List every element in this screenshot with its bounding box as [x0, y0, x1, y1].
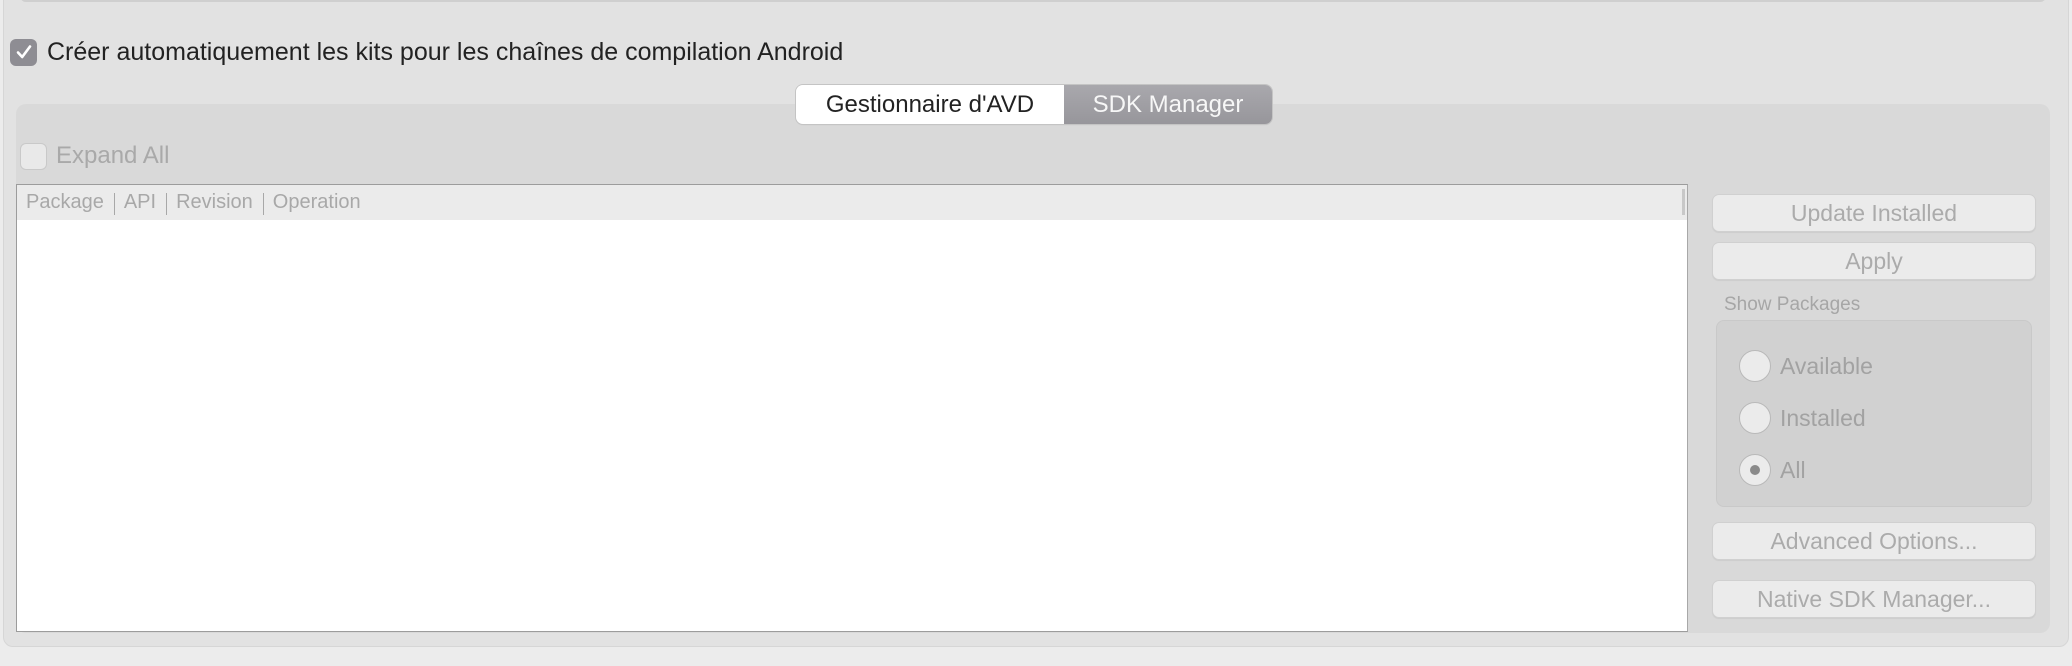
top-field-edge — [20, 0, 2046, 2]
header-resize-handle[interactable] — [1682, 189, 1685, 215]
native-sdk-manager-button[interactable]: Native SDK Manager... — [1712, 580, 2036, 618]
update-installed-button[interactable]: Update Installed — [1712, 194, 2036, 232]
package-table[interactable]: Package API Revision Operation — [16, 184, 1688, 632]
column-header-operation[interactable]: Operation — [262, 191, 371, 215]
table-header: Package API Revision Operation — [17, 185, 1687, 220]
checkmark-icon — [16, 45, 31, 59]
radio-selected-dot — [1750, 465, 1760, 475]
show-packages-group: Available Installed All — [1716, 320, 2032, 507]
expand-all-option[interactable]: Expand All — [20, 142, 169, 170]
radio-label-installed: Installed — [1780, 404, 1866, 431]
radio-option-available[interactable]: Available — [1739, 350, 1873, 382]
radio-available[interactable] — [1739, 350, 1771, 382]
column-header-api[interactable]: API — [113, 191, 166, 215]
radio-option-all[interactable]: All — [1739, 454, 1806, 486]
apply-button[interactable]: Apply — [1712, 242, 2036, 280]
expand-all-label: Expand All — [56, 142, 170, 169]
radio-label-all: All — [1780, 456, 1806, 483]
column-header-package[interactable]: Package — [17, 191, 114, 214]
show-packages-label: Show Packages — [1724, 294, 1861, 315]
radio-installed[interactable] — [1739, 402, 1771, 434]
auto-create-kits-option[interactable]: Créer automatiquement les kits pour les … — [10, 38, 843, 66]
auto-create-kits-checkbox[interactable] — [10, 38, 37, 66]
radio-label-available: Available — [1780, 352, 1873, 379]
tab-sdk-manager[interactable]: SDK Manager — [1064, 85, 1272, 124]
advanced-options-button[interactable]: Advanced Options... — [1712, 522, 2036, 560]
radio-option-installed[interactable]: Installed — [1739, 402, 1866, 434]
column-header-revision[interactable]: Revision — [166, 191, 263, 215]
expand-all-checkbox[interactable] — [20, 142, 47, 170]
tab-avd-manager[interactable]: Gestionnaire d'AVD — [796, 85, 1064, 124]
radio-all[interactable] — [1739, 454, 1771, 486]
auto-create-kits-label: Créer automatiquement les kits pour les … — [47, 37, 844, 66]
tab-bar: Gestionnaire d'AVD SDK Manager — [796, 85, 1272, 124]
